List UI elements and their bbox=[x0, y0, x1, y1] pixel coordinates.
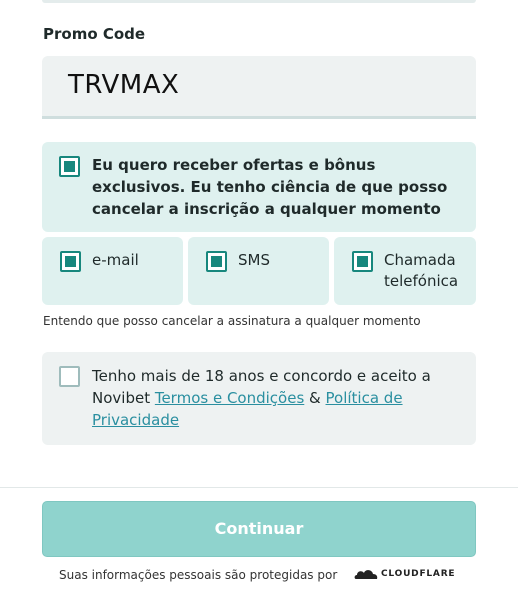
cloud-icon bbox=[354, 570, 378, 579]
cloudflare-wordmark: CLOUDFLARE bbox=[381, 569, 456, 579]
channel-phone-call[interactable]: Chamada telefónica bbox=[334, 237, 476, 305]
cloudflare-logo: CLOUDFLARE bbox=[354, 568, 455, 580]
privacy-footer-text: Suas informações pessoais são protegidas… bbox=[59, 568, 338, 582]
sms-checkbox[interactable] bbox=[206, 251, 227, 272]
promo-code-value: TRVMAX bbox=[68, 70, 180, 100]
terms-checkbox[interactable] bbox=[59, 366, 80, 387]
channel-sms[interactable]: SMS bbox=[188, 237, 329, 305]
phone-call-label: Chamada telefónica bbox=[384, 251, 459, 290]
terms-consent-text: Tenho mais de 18 anos e concordo e aceit… bbox=[92, 365, 464, 431]
email-label: e-mail bbox=[92, 251, 139, 269]
sms-label: SMS bbox=[238, 251, 270, 269]
terms-consent[interactable]: Tenho mais de 18 anos e concordo e aceit… bbox=[42, 352, 476, 445]
email-checkbox[interactable] bbox=[60, 251, 81, 272]
previous-field-edge bbox=[42, 0, 476, 3]
cancel-note: Entendo que posso cancelar a assinatura … bbox=[43, 314, 421, 328]
offers-consent-text: Eu quero receber ofertas e bônus exclusi… bbox=[92, 156, 448, 218]
promo-code-input[interactable]: TRVMAX bbox=[42, 56, 476, 119]
offers-checkbox[interactable] bbox=[59, 156, 80, 177]
channel-email[interactable]: e-mail bbox=[42, 237, 183, 305]
footer-divider bbox=[0, 487, 518, 488]
phone-call-checkbox[interactable] bbox=[352, 251, 373, 272]
promo-code-label: Promo Code bbox=[43, 25, 146, 43]
terms-ampersand: & bbox=[304, 389, 326, 407]
continue-button[interactable]: Continuar bbox=[42, 501, 476, 557]
terms-link[interactable]: Termos e Condições bbox=[155, 389, 304, 407]
offers-consent[interactable]: Eu quero receber ofertas e bônus exclusi… bbox=[42, 142, 476, 232]
